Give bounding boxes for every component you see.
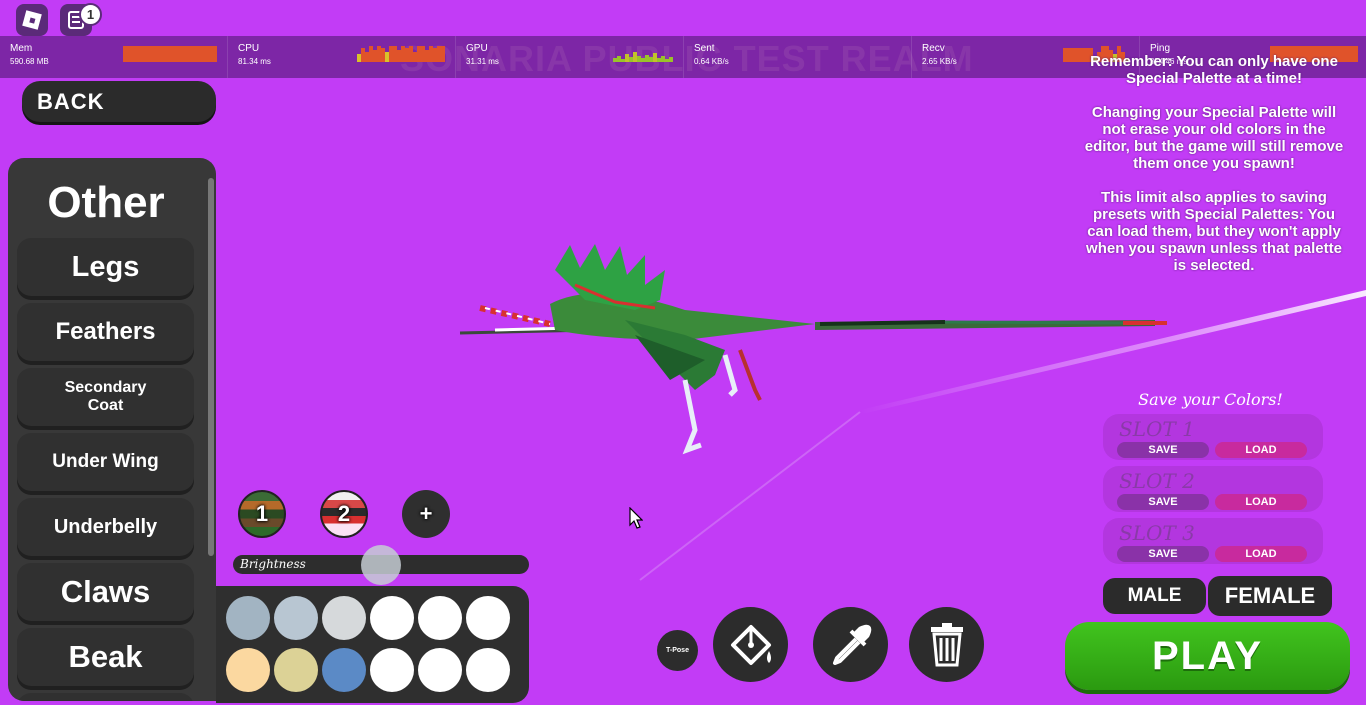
save-colors-title: Save your Colors! [1138,390,1283,409]
paint-bucket-icon [730,624,771,665]
palette-1-button[interactable]: 1 [238,490,286,538]
stat-value: 590.68 MB [10,57,49,66]
slot-1-load-button[interactable]: LOAD [1215,442,1307,458]
slot-2-load-button[interactable]: LOAD [1215,494,1307,510]
color-swatch-panel [216,586,529,703]
part-button-legs[interactable]: Legs [17,238,194,296]
brightness-slider[interactable]: Brightness [233,545,529,585]
brightness-label: Brightness [240,557,306,571]
panel-title: Other [47,178,165,227]
info-paragraph: Changing your Special Palette will not e… [1084,104,1344,172]
panel-scrollbar[interactable] [208,178,214,556]
stat-mem[interactable]: Mem 590.68 MB [0,36,228,78]
color-swatch[interactable] [274,596,318,640]
slot-2-save-button[interactable]: SAVE [1117,494,1209,510]
brightness-slider-knob[interactable] [361,545,401,585]
slot-name: SLOT 1 [1119,417,1195,441]
paint-bucket-button[interactable] [713,607,788,682]
slot-name: SLOT 3 [1119,521,1195,545]
slot-1-save-button[interactable]: SAVE [1117,442,1209,458]
stat-graph [123,46,217,62]
slot-name: SLOT 2 [1119,469,1195,493]
back-button[interactable]: BACK [22,81,216,122]
color-swatch[interactable] [322,648,366,692]
trash-icon [930,622,963,666]
stat-label: GPU [466,43,488,54]
trash-button[interactable] [909,607,984,682]
part-button-claws[interactable]: Claws [17,563,194,621]
eyedropper-button[interactable] [813,607,888,682]
slot-3-save-button[interactable]: SAVE [1117,546,1209,562]
color-swatch[interactable] [274,648,318,692]
stat-graph [357,46,445,62]
add-palette-button[interactable]: + [402,490,450,538]
part-button-next[interactable] [17,693,194,701]
part-button-under-wing[interactable]: Under Wing [17,433,194,491]
save-slot-3: SLOT 3 SAVE LOAD [1103,518,1323,564]
color-swatch[interactable] [226,648,270,692]
stat-graph [613,46,673,62]
special-palette-info: Remember: You can only have one Special … [1080,53,1348,291]
creature-render [459,244,1167,455]
color-swatch[interactable] [466,596,510,640]
save-slot-2: SLOT 2 SAVE LOAD [1103,466,1323,512]
color-swatch[interactable] [466,648,510,692]
stat-label: Recv [922,43,945,54]
color-swatch[interactable] [370,648,414,692]
stat-value: 31.31 ms [466,57,499,66]
tpose-button[interactable]: T-Pose [657,630,698,671]
eyedropper-icon [832,624,871,665]
part-button-underbelly[interactable]: Underbelly [17,498,194,556]
male-button[interactable]: MALE [1103,578,1206,614]
stat-value: 0.64 KB/s [694,57,729,66]
roblox-logo-icon[interactable] [16,4,48,36]
info-paragraph: Remember: You can only have one Special … [1090,53,1338,87]
color-swatch[interactable] [370,596,414,640]
female-button[interactable]: FEMALE [1208,576,1332,616]
play-button[interactable]: PLAY [1065,622,1350,690]
color-swatch[interactable] [418,596,462,640]
mouse-cursor-icon [629,507,643,529]
save-slot-1: SLOT 1 SAVE LOAD [1103,414,1323,460]
stat-gpu[interactable]: GPU 31.31 ms [456,36,684,78]
slot-3-load-button[interactable]: LOAD [1215,546,1307,562]
stat-label: CPU [238,43,260,54]
stat-sent[interactable]: Sent 0.64 KB/s [684,36,912,78]
part-button-beak[interactable]: Beak [17,628,194,686]
stat-value: 81.34 ms [238,57,271,66]
stat-cpu[interactable]: CPU 81.34 ms [228,36,456,78]
part-button-feathers[interactable]: Feathers [17,303,194,361]
stat-label: Sent [694,43,715,54]
color-swatch[interactable] [418,648,462,692]
part-button-secondary-coat[interactable]: Secondary Coat [17,368,194,426]
notification-badge: 1 [79,3,102,26]
color-swatch[interactable] [226,596,270,640]
color-swatch[interactable] [322,596,366,640]
info-paragraph: This limit also applies to saving preset… [1086,189,1342,274]
stat-value: 2.65 KB/s [922,57,957,66]
body-part-panel: Other Legs Feathers Secondary Coat Under… [8,158,216,701]
palette-2-button[interactable]: 2 [320,490,368,538]
stat-label: Mem [10,43,33,54]
